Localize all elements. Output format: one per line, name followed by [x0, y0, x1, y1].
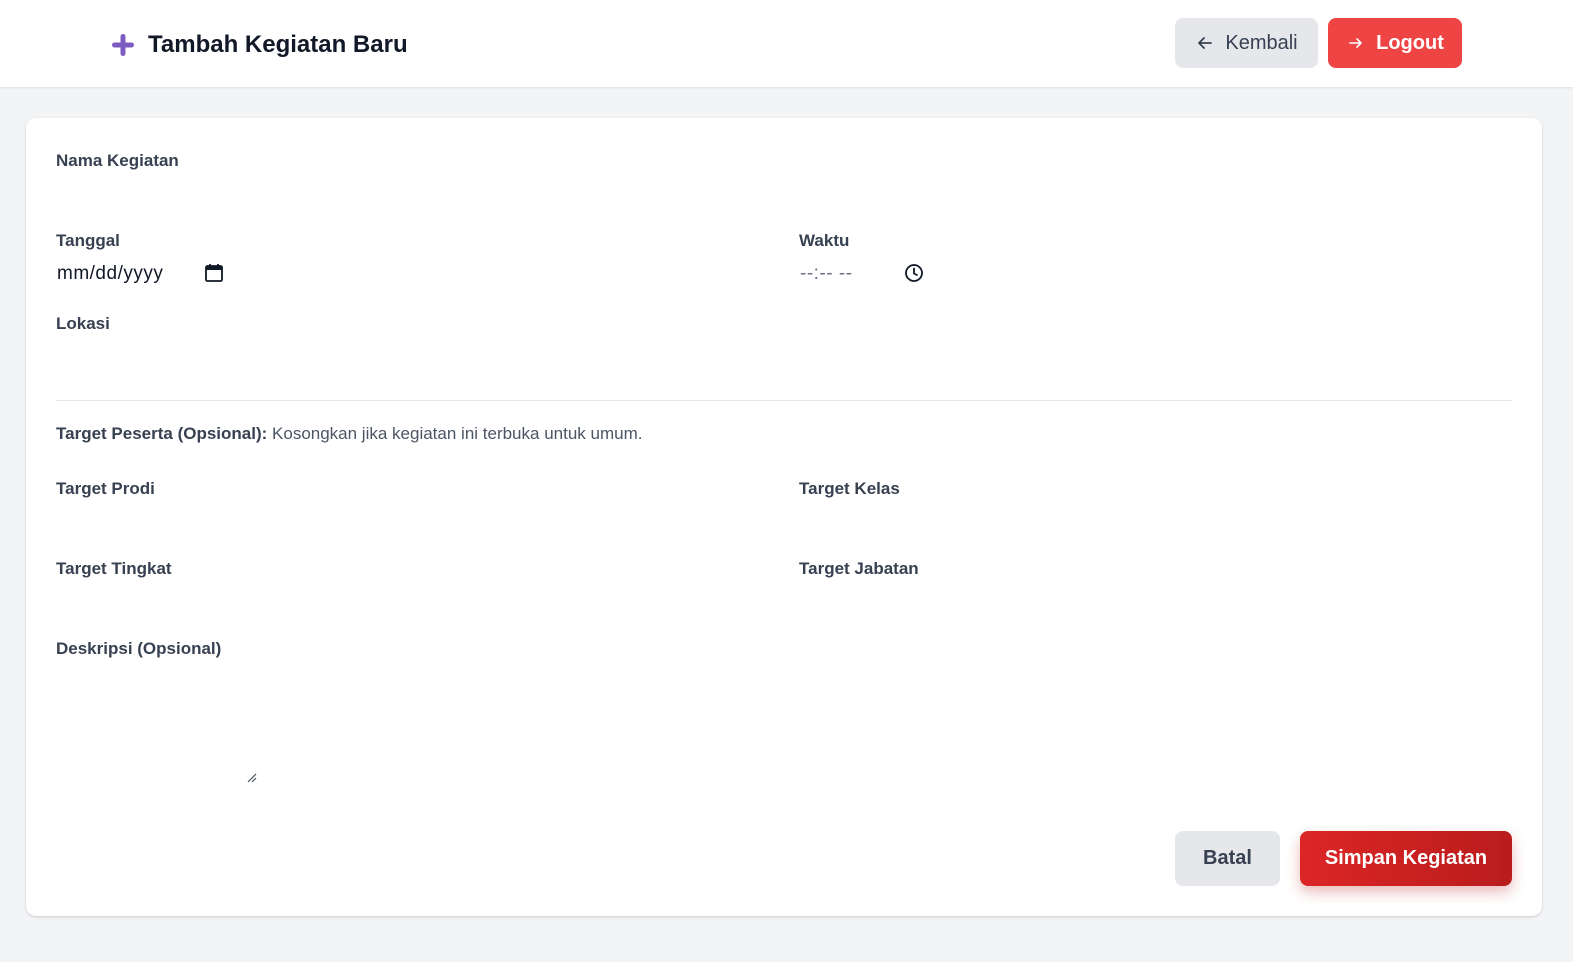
lokasi-label: Lokasi — [56, 314, 110, 333]
waktu-input[interactable]: --:-- -- — [800, 263, 853, 285]
tanggal-input[interactable]: mm/dd/yyyy — [57, 263, 163, 285]
logout-button-label: Logout — [1376, 31, 1444, 54]
back-button[interactable]: Kembali — [1175, 18, 1318, 68]
section-divider — [56, 400, 1512, 401]
textarea-resize-grip-icon[interactable] — [246, 772, 258, 784]
activity-form-card: Nama Kegiatan Tanggal mm/dd/yyyy Waktu -… — [26, 118, 1542, 916]
back-button-label: Kembali — [1225, 31, 1298, 54]
cancel-button[interactable]: Batal — [1175, 831, 1280, 886]
nama-kegiatan-label: Nama Kegiatan — [56, 151, 179, 170]
arrow-left-icon — [1198, 37, 1213, 49]
target-peserta-note-title: Target Peserta (Opsional): — [56, 424, 268, 443]
page-header: Tambah Kegiatan Baru Kembali Logout — [0, 0, 1573, 88]
logout-arrow-icon — [1349, 38, 1362, 48]
waktu-label: Waktu — [799, 231, 850, 250]
target-peserta-note-text: Kosongkan jika kegiatan ini terbuka untu… — [267, 424, 643, 443]
target-prodi-label: Target Prodi — [56, 479, 155, 498]
page-title-text: Tambah Kegiatan Baru — [148, 31, 408, 58]
target-kelas-label: Target Kelas — [799, 479, 900, 498]
tanggal-label: Tanggal — [56, 231, 120, 250]
target-peserta-note: Target Peserta (Opsional): Kosongkan jik… — [56, 424, 642, 444]
deskripsi-label: Deskripsi (Opsional) — [56, 639, 222, 658]
page-title: Tambah Kegiatan Baru — [110, 28, 408, 62]
plus-icon — [112, 34, 134, 56]
target-jabatan-label: Target Jabatan — [799, 559, 919, 578]
logout-button[interactable]: Logout — [1328, 18, 1462, 68]
calendar-icon[interactable] — [203, 262, 225, 284]
clock-icon[interactable] — [903, 262, 925, 284]
save-activity-button[interactable]: Simpan Kegiatan — [1300, 831, 1512, 886]
target-tingkat-label: Target Tingkat — [56, 559, 172, 578]
